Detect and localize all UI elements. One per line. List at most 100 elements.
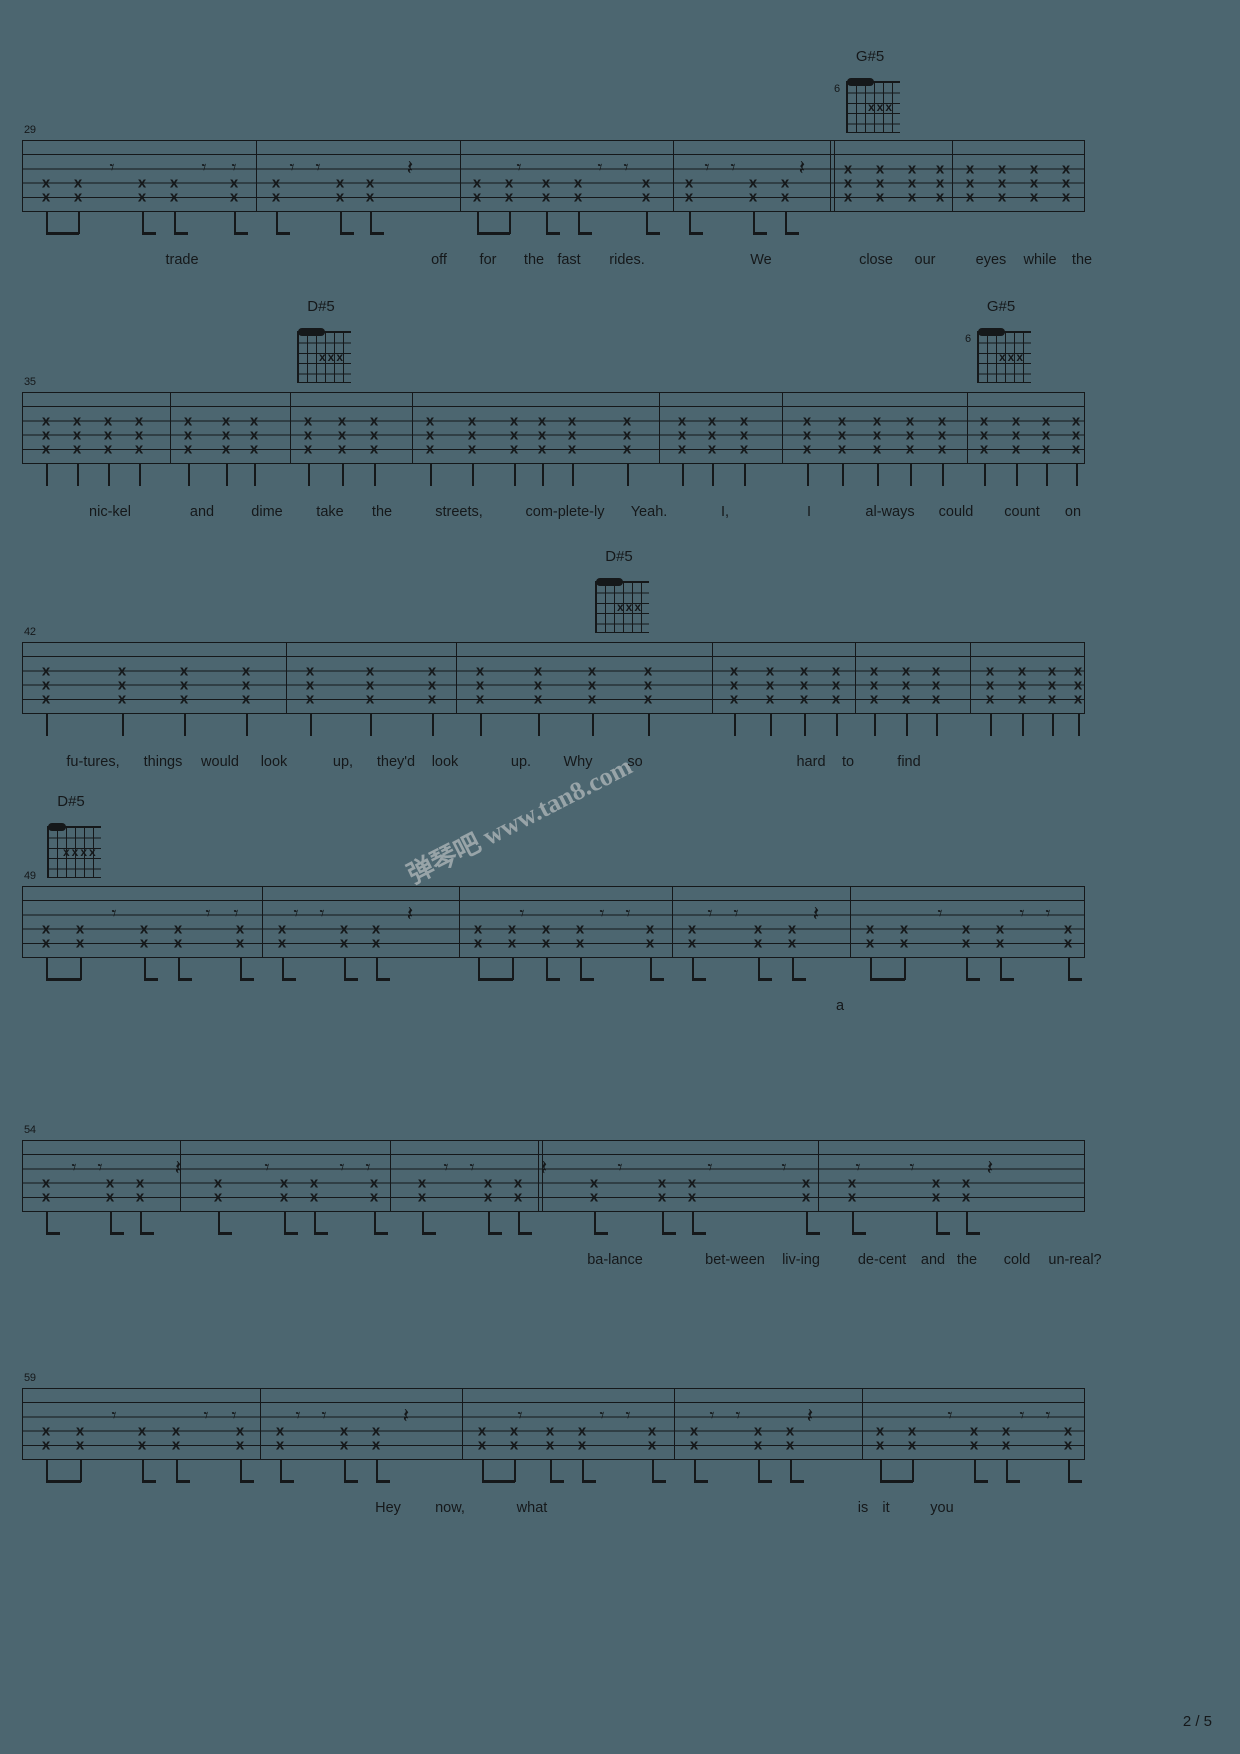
tab-note-x: x <box>899 934 909 952</box>
barline <box>256 140 257 212</box>
tab-note-x: x <box>305 690 315 708</box>
lyric-word: trade <box>165 252 199 268</box>
tab-note-x: x <box>183 440 193 458</box>
tab-note-x: x <box>417 1188 427 1206</box>
barline <box>462 1388 463 1460</box>
chord-diagram-g-sharp-5-2: G#5 xxx 6 <box>963 298 1039 383</box>
note-stem <box>689 212 691 234</box>
note-stem <box>682 464 684 486</box>
tab-note-x: x <box>139 934 149 952</box>
lyric-row-2: nic-kel and dime take the streets, com-p… <box>22 504 1085 526</box>
eighth-rest: 𝄾 <box>599 902 605 925</box>
note-stem <box>578 212 580 234</box>
lyric-word: hard <box>796 754 826 770</box>
quarter-rest: 𝄽 <box>806 1403 814 1428</box>
beam <box>234 232 248 235</box>
note-stem <box>1078 714 1080 736</box>
note-stem <box>1016 464 1018 486</box>
tab-note-x: x <box>75 1436 85 1454</box>
tab-note-x: x <box>872 440 882 458</box>
beam <box>550 1480 564 1483</box>
eighth-rest: 𝄾 <box>295 1404 301 1427</box>
lyric-word: on <box>1064 504 1082 520</box>
tab-note-x: x <box>72 440 82 458</box>
beam <box>178 978 192 981</box>
beam <box>518 1232 532 1235</box>
note-stem <box>572 464 574 486</box>
eighth-rest: 𝄾 <box>707 1156 713 1179</box>
note-stem <box>308 464 310 486</box>
tab-note-x: x <box>309 1188 319 1206</box>
note-stem <box>342 464 344 486</box>
beam <box>46 978 81 981</box>
barline <box>412 392 413 464</box>
staff-left-edge <box>22 1140 23 1212</box>
note-stem <box>477 212 479 234</box>
tab-note-x: x <box>645 934 655 952</box>
tab-note-x: x <box>780 188 790 206</box>
beam <box>785 232 799 235</box>
note-stem <box>546 958 548 980</box>
tab-note-x: x <box>1041 440 1051 458</box>
barre-bar <box>978 328 1005 336</box>
beam <box>374 1232 388 1235</box>
lyric-word: and <box>920 1252 946 1268</box>
tab-note-x: x <box>513 1188 523 1206</box>
tab-note-x: x <box>931 690 941 708</box>
tab-note-x: x <box>339 1436 349 1454</box>
lyric-word: I, <box>720 504 730 520</box>
eighth-rest: 𝄾 <box>1019 1404 1025 1427</box>
tab-note-x: x <box>677 440 687 458</box>
barline <box>262 886 263 958</box>
note-stem <box>374 1212 376 1234</box>
tab-note-x: x <box>753 1436 763 1454</box>
tab-note-x: x <box>472 188 482 206</box>
note-stem <box>652 1460 654 1482</box>
measure-number: 29 <box>24 124 36 136</box>
lyric-word: up, <box>332 754 354 770</box>
eighth-rest: 𝄾 <box>469 1156 475 1179</box>
tab-note-x: x <box>229 188 239 206</box>
note-stem <box>509 212 511 234</box>
beam <box>880 1480 913 1483</box>
note-stem <box>518 1212 520 1234</box>
barline <box>390 1140 391 1212</box>
measure-number: 59 <box>24 1372 36 1384</box>
note-stem <box>880 1460 882 1482</box>
note-stem <box>806 1212 808 1234</box>
tab-note-x: x <box>875 1436 885 1454</box>
lyric-word: would <box>201 754 239 770</box>
tab-staff: x x x x x x x x x x x x x x x x x x x x <box>22 140 1085 212</box>
lyric-word: a <box>835 998 845 1014</box>
note-stem <box>472 464 474 486</box>
eighth-rest: 𝄾 <box>97 1156 103 1179</box>
note-stem <box>538 714 540 736</box>
lyric-row-6: Hey now, what is it you <box>22 1500 1085 1522</box>
lyric-word: up. <box>510 754 532 770</box>
tab-note-x: x <box>213 1188 223 1206</box>
tab-note-x: x <box>875 188 885 206</box>
lyric-word: now, <box>435 1500 465 1516</box>
staff-right-edge <box>1084 392 1085 464</box>
chord-fret-grid <box>297 328 351 383</box>
beam <box>652 1480 666 1483</box>
beam <box>240 1480 254 1483</box>
tab-note-x: x <box>41 934 51 952</box>
tab-note-x: x <box>684 188 694 206</box>
lyric-word: could <box>938 504 974 520</box>
lyric-word: for <box>479 252 497 268</box>
note-stem <box>480 714 482 736</box>
tab-note-x: x <box>802 440 812 458</box>
eighth-rest: 𝄾 <box>937 902 943 925</box>
tab-note-x: x <box>507 934 517 952</box>
lyric-word: our <box>914 252 936 268</box>
note-stem <box>246 714 248 736</box>
note-stem <box>46 212 48 234</box>
tab-note-x: x <box>509 440 519 458</box>
staff-right-edge <box>1084 642 1085 714</box>
note-stem <box>936 1212 938 1234</box>
beam <box>340 232 354 235</box>
tab-note-x: x <box>41 690 51 708</box>
note-stem <box>142 212 144 234</box>
barline <box>862 1388 863 1460</box>
